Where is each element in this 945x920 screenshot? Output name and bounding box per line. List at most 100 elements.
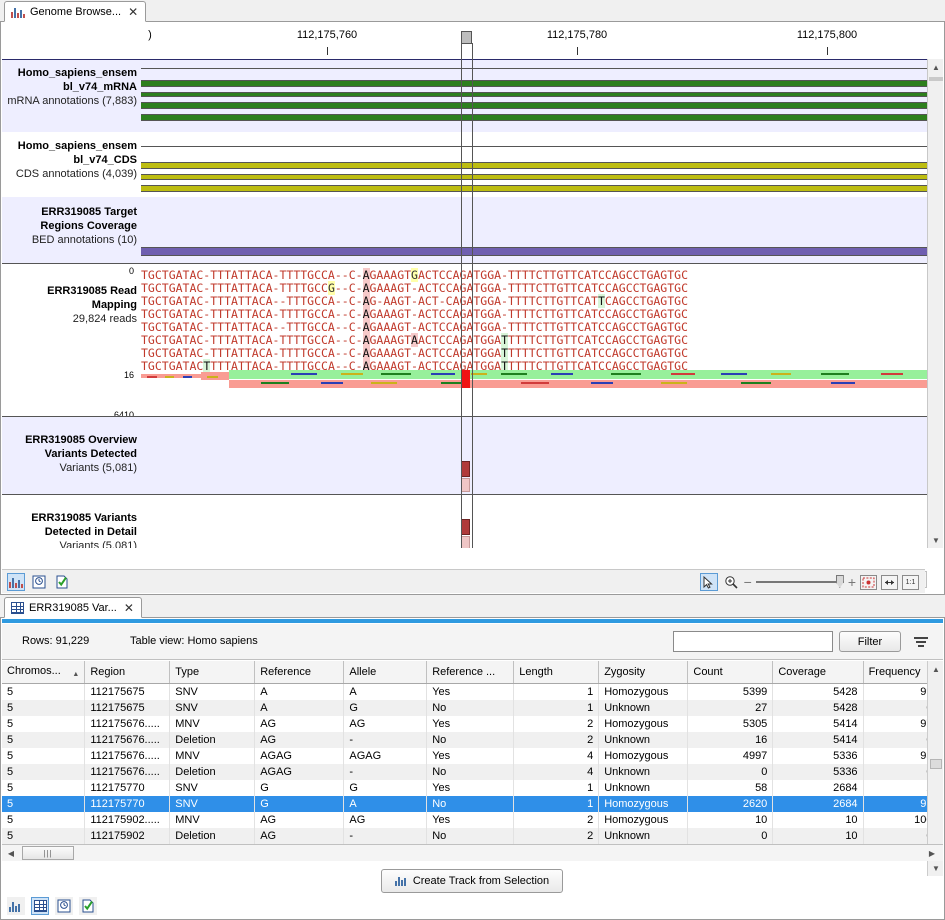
pointer-icon[interactable] [700, 573, 718, 591]
table-cell: 5 [2, 828, 85, 844]
track-variants-overview[interactable]: ERR319085 Overview Variants Detected Var… [2, 416, 927, 494]
column-header-chromos[interactable]: Chromos...▲ [2, 661, 85, 683]
chart-icon[interactable] [7, 573, 25, 591]
cds-band[interactable] [141, 185, 927, 192]
zoom-slider-knob[interactable] [836, 575, 844, 588]
close-icon[interactable]: ✕ [128, 6, 138, 18]
fit-selection-icon[interactable] [860, 575, 877, 590]
scroll-up-icon[interactable]: ▲ [928, 59, 944, 75]
table-row[interactable]: 5112175770SNVGANo1Homozygous2620268497.6… [2, 796, 943, 812]
variant-glyph[interactable] [461, 519, 470, 535]
track-mrna[interactable]: Homo_sapiens_ensem bl_v74_mRNA mRNA anno… [2, 59, 927, 132]
table-row[interactable]: 5112175676.....MNVAGAGAGAGYes4Homozygous… [2, 748, 943, 764]
table-row[interactable]: 5112175675SNVAAYes1Homozygous5399542899.… [2, 683, 943, 700]
fit-width-icon[interactable] [881, 575, 898, 590]
mrna-band[interactable] [141, 80, 927, 87]
zoom-slider[interactable] [756, 581, 844, 583]
table-cell: No [427, 796, 514, 812]
cds-band[interactable] [141, 162, 927, 169]
table-cell: 5336 [773, 764, 863, 780]
table-horizontal-scroll-thumb[interactable]: ||| [22, 846, 74, 860]
column-header-count[interactable]: Count [688, 661, 773, 683]
variant-glyph[interactable] [461, 478, 470, 492]
mrna-band[interactable] [141, 102, 927, 109]
coverage-axis-top: 0 [102, 266, 134, 276]
bed-band[interactable] [141, 247, 927, 256]
column-header-reference[interactable]: Reference ... [427, 661, 514, 683]
column-header-type[interactable]: Type [170, 661, 255, 683]
table-row[interactable]: 5112175770SNVGGYes1Unknown5826842.16 [2, 780, 943, 796]
zoom-in-label[interactable]: + [848, 577, 856, 587]
tab-genome-browser[interactable]: Genome Browse... ✕ [4, 1, 146, 22]
table-cell: AG [255, 828, 344, 844]
filter-input[interactable] [673, 631, 833, 652]
browser-vertical-scrollbar[interactable]: ▲ ▼ [927, 59, 943, 548]
track-cds[interactable]: Homo_sapiens_ensem bl_v74_CDS CDS annota… [2, 132, 927, 197]
table-row[interactable]: 5112175676.....DeletionAG-No2Unknown1654… [2, 732, 943, 748]
track-read-mapping[interactable]: ERR319085 Read Mapping 29,824 reads 0 16… [2, 263, 927, 416]
zoom-out-label[interactable]: − [744, 577, 752, 587]
table-tabstrip: ERR319085 Var... ✕ [0, 596, 945, 618]
table-row[interactable]: 5112175676.....MNVAGAGYes2Homozygous5305… [2, 716, 943, 732]
cds-band[interactable] [141, 174, 927, 180]
table-horizontal-scrollbar[interactable]: ◀ ||| ▶ [2, 844, 943, 861]
table-cell: MNV [170, 812, 255, 828]
track-cds-labels: Homo_sapiens_ensem bl_v74_CDS CDS annota… [2, 139, 141, 181]
column-header-zygosity[interactable]: Zygosity [599, 661, 688, 683]
column-header-length[interactable]: Length [514, 661, 599, 683]
filter-options-icon[interactable] [913, 633, 929, 650]
track-target-coverage[interactable]: ERR319085 Target Regions Coverage BED an… [2, 197, 927, 263]
mrna-band[interactable] [141, 92, 927, 97]
variant-glyph[interactable] [461, 536, 470, 548]
table-cell: Deletion [170, 828, 255, 844]
scroll-up-icon[interactable]: ▲ [928, 661, 944, 677]
vertical-scroll-thumb[interactable] [929, 77, 943, 81]
one-to-one-icon[interactable]: 1:1 [902, 575, 919, 590]
track-target-subtitle: BED annotations (10) [2, 233, 137, 247]
tab-variants-table[interactable]: ERR319085 Var... ✕ [4, 597, 142, 618]
genome-browser-view[interactable]: ) 112,175,760 112,175,780 112,175,800 Ho… [2, 23, 927, 548]
close-icon[interactable]: ✕ [124, 602, 134, 614]
table-row[interactable]: 5112175675SNVAGNo1Unknown2754280.50 [2, 700, 943, 716]
variant-marker[interactable] [461, 370, 470, 388]
table-cell: 5414 [773, 716, 863, 732]
table-row[interactable]: 5112175676.....DeletionAGAG-No4Unknown05… [2, 764, 943, 780]
table-cell: 10 [688, 812, 773, 828]
table-icon[interactable] [31, 897, 49, 915]
track-read-mapping-labels: ERR319085 Read Mapping 29,824 reads [2, 284, 141, 326]
table-row[interactable]: 5112175902DeletionAG-No2Unknown0100.00 [2, 828, 943, 844]
checklist-icon[interactable] [79, 897, 97, 915]
create-track-from-selection-button[interactable]: Create Track from Selection [381, 869, 563, 893]
column-header-coverage[interactable]: Coverage [773, 661, 863, 683]
table-vertical-scroll-thumb[interactable] [930, 759, 942, 769]
mrna-band[interactable] [141, 114, 927, 121]
scroll-right-icon[interactable]: ▶ [925, 846, 939, 860]
track-read-title-2: Mapping [2, 298, 137, 312]
table-cell: 5 [2, 780, 85, 796]
track-variants-detail[interactable]: ERR319085 Variants Detected in Detail Va… [2, 494, 927, 548]
scroll-down-icon[interactable]: ▼ [928, 860, 944, 876]
table-cell: 2 [514, 828, 599, 844]
table-cell: 16 [688, 732, 773, 748]
checklist-icon[interactable] [53, 573, 71, 591]
chart-icon[interactable] [7, 897, 25, 915]
scroll-down-icon[interactable]: ▼ [928, 532, 944, 548]
ruler-label-1: 112,175,780 [547, 29, 607, 41]
table-cell: AGAG [344, 748, 427, 764]
ruler-tick-0 [327, 47, 328, 55]
column-header-allele[interactable]: Allele [344, 661, 427, 683]
zoom-in-icon[interactable] [722, 573, 740, 591]
variant-glyph[interactable] [461, 461, 470, 477]
filter-button[interactable]: Filter [839, 631, 901, 652]
cursor-handle[interactable] [461, 31, 472, 44]
table-cell: 27 [688, 700, 773, 716]
column-header-reference[interactable]: Reference [255, 661, 344, 683]
scroll-left-icon[interactable]: ◀ [4, 846, 18, 860]
clock-icon[interactable] [30, 573, 48, 591]
column-header-region[interactable]: Region [85, 661, 170, 683]
clock-icon[interactable] [55, 897, 73, 915]
table-cell: 112175770 [85, 796, 170, 812]
table-row[interactable]: 5112175902.....MNVAGAGYes2Homozygous1010… [2, 812, 943, 828]
track-mrna-title-2: bl_v74_mRNA [2, 80, 137, 94]
table-cell: Unknown [599, 780, 688, 796]
